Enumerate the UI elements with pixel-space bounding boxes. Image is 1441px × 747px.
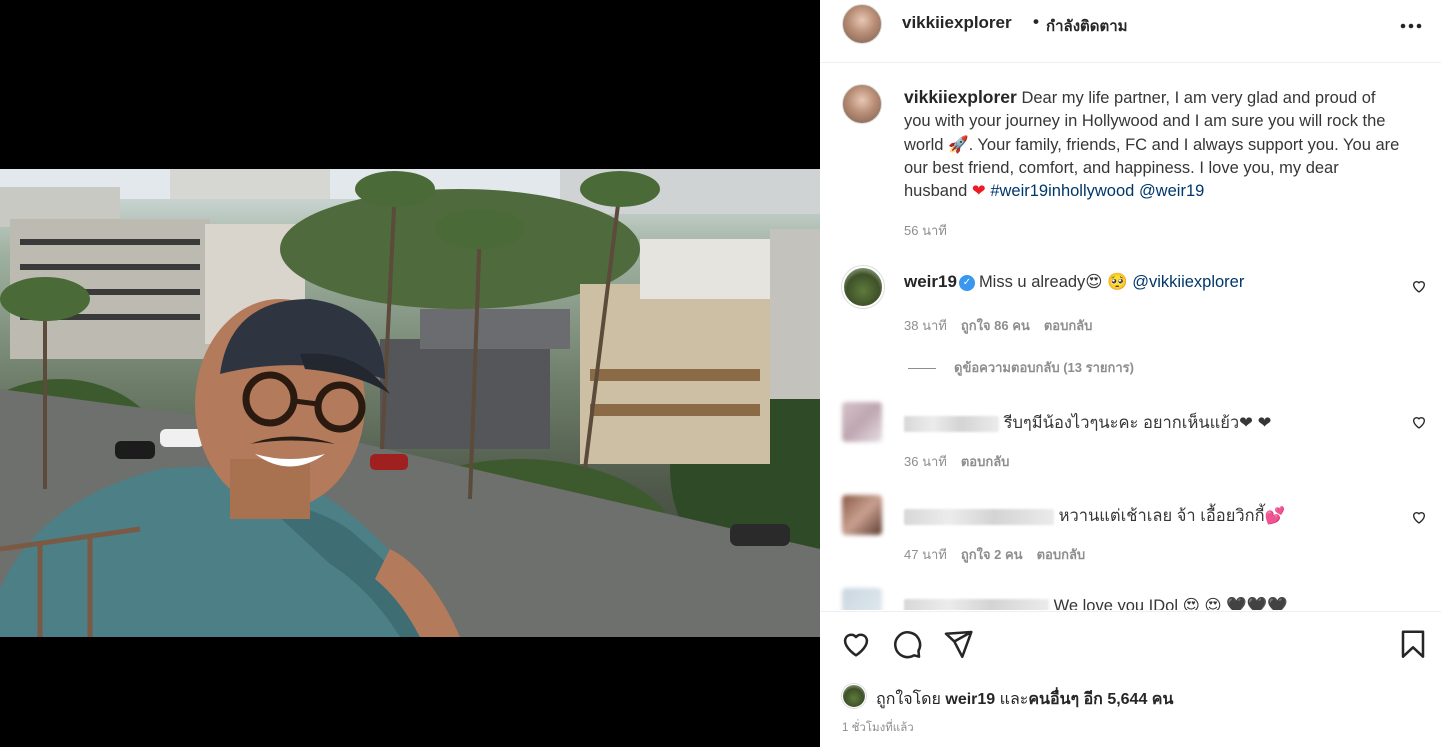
replies-divider [908,368,936,370]
comment-time[interactable]: 36 นาที [904,454,947,469]
comment-text: รีบๆมีน้องไวๆนะคะ อยากเห็นแย้ว❤ ❤ [1003,414,1272,432]
caption-text: vikkiiexplorer Dear my life partner, I a… [904,86,1404,203]
liked-by-prefix: ถูกใจโดย [876,691,946,708]
comment-time[interactable]: 38 นาที [904,318,947,333]
post-photo[interactable] [0,169,820,637]
comment-text: หวานแต่เช้าเลย จ้า เอื้อยวิกกี้💕 [1058,507,1286,525]
comment-meta: 47 นาที ถูกใจ 2 คน ตอบกลับ [904,544,1099,565]
post-side-panel: vikkiiexplorer • กำลังติดตาม vikkiiexplo… [820,0,1441,747]
post-actions: ถูกใจโดย weir19 และคนอื่นๆ อีก 5,644 คน … [820,611,1441,747]
comment-likes[interactable]: ถูกใจ 2 คน [961,547,1023,562]
post-media [0,0,820,747]
comment-like-icon[interactable] [1411,509,1429,527]
reply-button[interactable]: ตอบกลับ [1044,318,1093,333]
rocket-emoji: 🚀 [948,135,969,154]
reply-button[interactable]: ตอบกลับ [1037,547,1086,562]
comment-body: รีบๆมีน้องไวๆนะคะ อยากเห็นแย้ว❤ ❤ [904,410,1271,436]
bookmark-icon[interactable] [1397,628,1429,660]
selfie-image [0,169,820,637]
commenter-avatar[interactable] [842,402,882,442]
caption-timestamp[interactable]: 56 นาที [904,220,947,241]
reply-button[interactable]: ตอบกลับ [961,454,1010,469]
comment-likes[interactable]: ถูกใจ 86 คน [961,318,1030,333]
comment-meta: 38 นาที ถูกใจ 86 คน ตอบกลับ [904,315,1106,336]
caption-username[interactable]: vikkiiexplorer [904,87,1017,107]
comment-text: We love you IDol 😍 😍 🖤🖤🖤 [1053,597,1288,610]
commenter-username-blurred[interactable] [904,415,999,432]
comment-body: หวานแต่เช้าเลย จ้า เอื้อยวิกกี้💕 [904,503,1285,529]
comment-body: weir19 ✓ Miss u already😍 🥺 @vikkiiexplorer [904,272,1244,292]
author-avatar[interactable] [842,4,882,44]
comment-body: We love you IDol 😍 😍 🖤🖤🖤 [904,596,1288,610]
comment-like-icon[interactable] [1411,414,1429,432]
comment-like-icon[interactable] [1411,278,1429,296]
post-header: vikkiiexplorer • กำลังติดตาม [820,0,1441,63]
comment-icon[interactable] [891,628,923,660]
heart-emoji: ❤ [971,182,986,201]
send-icon[interactable] [942,628,974,660]
commenter-username[interactable]: weir19 [904,272,957,291]
liker-avatar[interactable] [842,684,866,708]
liked-by-middle: และ [995,691,1029,708]
view-replies-button[interactable]: ดูข้อความตอบกลับ (13 รายการ) [908,357,1134,378]
comment-text: Miss u already😍 🥺 [978,273,1133,291]
liker-username[interactable]: weir19 [945,691,995,708]
comment-time[interactable]: 47 นาที [904,547,947,562]
comment-meta: 36 นาที ตอบกลับ [904,451,1023,472]
likes-text: ถูกใจโดย weir19 และคนอื่นๆ อีก 5,644 คน [876,687,1173,712]
comments-list[interactable]: vikkiiexplorer Dear my life partner, I a… [820,64,1441,610]
verified-badge-icon: ✓ [958,275,975,291]
post-timestamp[interactable]: 1 ชั่วโมงที่แล้ว [842,719,914,737]
view-replies-label: ดูข้อความตอบกลับ (13 รายการ) [954,360,1134,375]
commenter-username-blurred[interactable] [904,508,1054,525]
commenter-username-blurred[interactable] [904,598,1049,610]
commenter-avatar[interactable] [842,266,884,308]
following-button[interactable]: กำลังติดตาม [1046,14,1128,38]
liked-by-others[interactable]: คนอื่นๆ อีก 5,644 คน [1028,691,1173,708]
comment-mention[interactable]: @vikkiiexplorer [1132,273,1244,291]
caption-mention[interactable]: @weir19 [1139,182,1204,200]
more-options-icon[interactable] [1394,6,1428,40]
author-username[interactable]: vikkiiexplorer [902,13,1012,33]
commenter-avatar[interactable] [842,588,882,610]
heart-outline-icon[interactable] [840,628,872,660]
commenter-avatar[interactable] [842,495,882,535]
caption-hashtag[interactable]: #weir19inhollywood [990,182,1134,200]
caption-avatar[interactable] [842,84,882,124]
separator-dot: • [1033,12,1039,31]
